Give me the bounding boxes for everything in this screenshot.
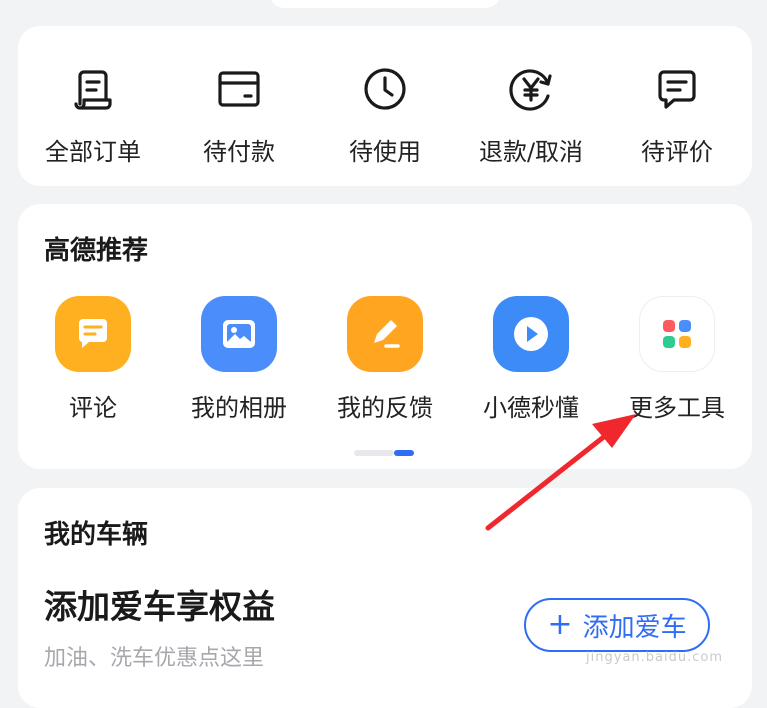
order-to-review[interactable]: 待评价 — [602, 64, 752, 167]
order-all-label: 全部订单 — [45, 138, 141, 166]
order-refund-label: 退款/取消 — [478, 138, 584, 166]
orders-card: 全部订单 待付款 待使用 退款/取消 待评价 — [18, 26, 752, 186]
tool-photo-album[interactable]: 我的相册 — [164, 296, 314, 423]
edit-pen-icon — [347, 296, 423, 372]
vehicle-headline: 添加爱车享权益 — [44, 587, 275, 626]
order-pending-payment[interactable]: 待付款 — [164, 64, 314, 167]
order-to-use[interactable]: 待使用 — [310, 64, 460, 167]
clock-icon — [360, 64, 410, 114]
tool-more[interactable]: 更多工具 — [602, 296, 752, 423]
receipt-icon — [68, 64, 118, 114]
tool-comment-label: 评论 — [69, 394, 117, 422]
tool-photo-album-label: 我的相册 — [191, 394, 287, 422]
wallet-icon — [214, 64, 264, 114]
vehicle-card: 我的车辆 添加爱车享权益 加油、洗车优惠点这里 + 添加爱车 — [18, 488, 752, 708]
tool-comment[interactable]: 评论 — [18, 296, 168, 423]
comment-bubble-icon — [55, 296, 131, 372]
order-pending-payment-label: 待付款 — [203, 138, 275, 166]
tool-feedback[interactable]: 我的反馈 — [310, 296, 460, 423]
page-indicator-track — [354, 450, 394, 456]
order-to-use-label: 待使用 — [349, 138, 421, 166]
more-grid-icon — [639, 296, 715, 372]
tool-more-label: 更多工具 — [629, 394, 725, 422]
order-refund[interactable]: 退款/取消 — [456, 64, 606, 167]
order-all[interactable]: 全部订单 — [18, 64, 168, 167]
tool-xiaode-video-label: 小德秒懂 — [483, 394, 579, 422]
add-vehicle-button-label: 添加爱车 — [582, 612, 687, 643]
photo-album-icon — [201, 296, 277, 372]
recommend-title: 高德推荐 — [44, 236, 149, 266]
vehicle-title: 我的车辆 — [44, 520, 149, 550]
vehicle-subtitle: 加油、洗车优惠点这里 — [44, 646, 265, 671]
tool-feedback-label: 我的反馈 — [337, 394, 433, 422]
watermark: jingyan.baidu.com — [586, 650, 723, 665]
tool-xiaode-video[interactable]: 小德秒懂 — [456, 296, 606, 423]
recommend-card: 高德推荐 评论 我的相册 我的反馈 小德秒懂 更多工具 — [18, 204, 752, 469]
page-indicator-active — [394, 450, 414, 456]
plus-icon: + — [547, 607, 573, 642]
top-card-edge — [270, 0, 500, 8]
refund-yen-icon — [506, 64, 556, 114]
order-to-review-label: 待评价 — [641, 138, 713, 166]
comment-icon — [652, 64, 702, 114]
play-icon — [493, 296, 569, 372]
add-vehicle-button[interactable]: + 添加爱车 — [524, 598, 710, 652]
